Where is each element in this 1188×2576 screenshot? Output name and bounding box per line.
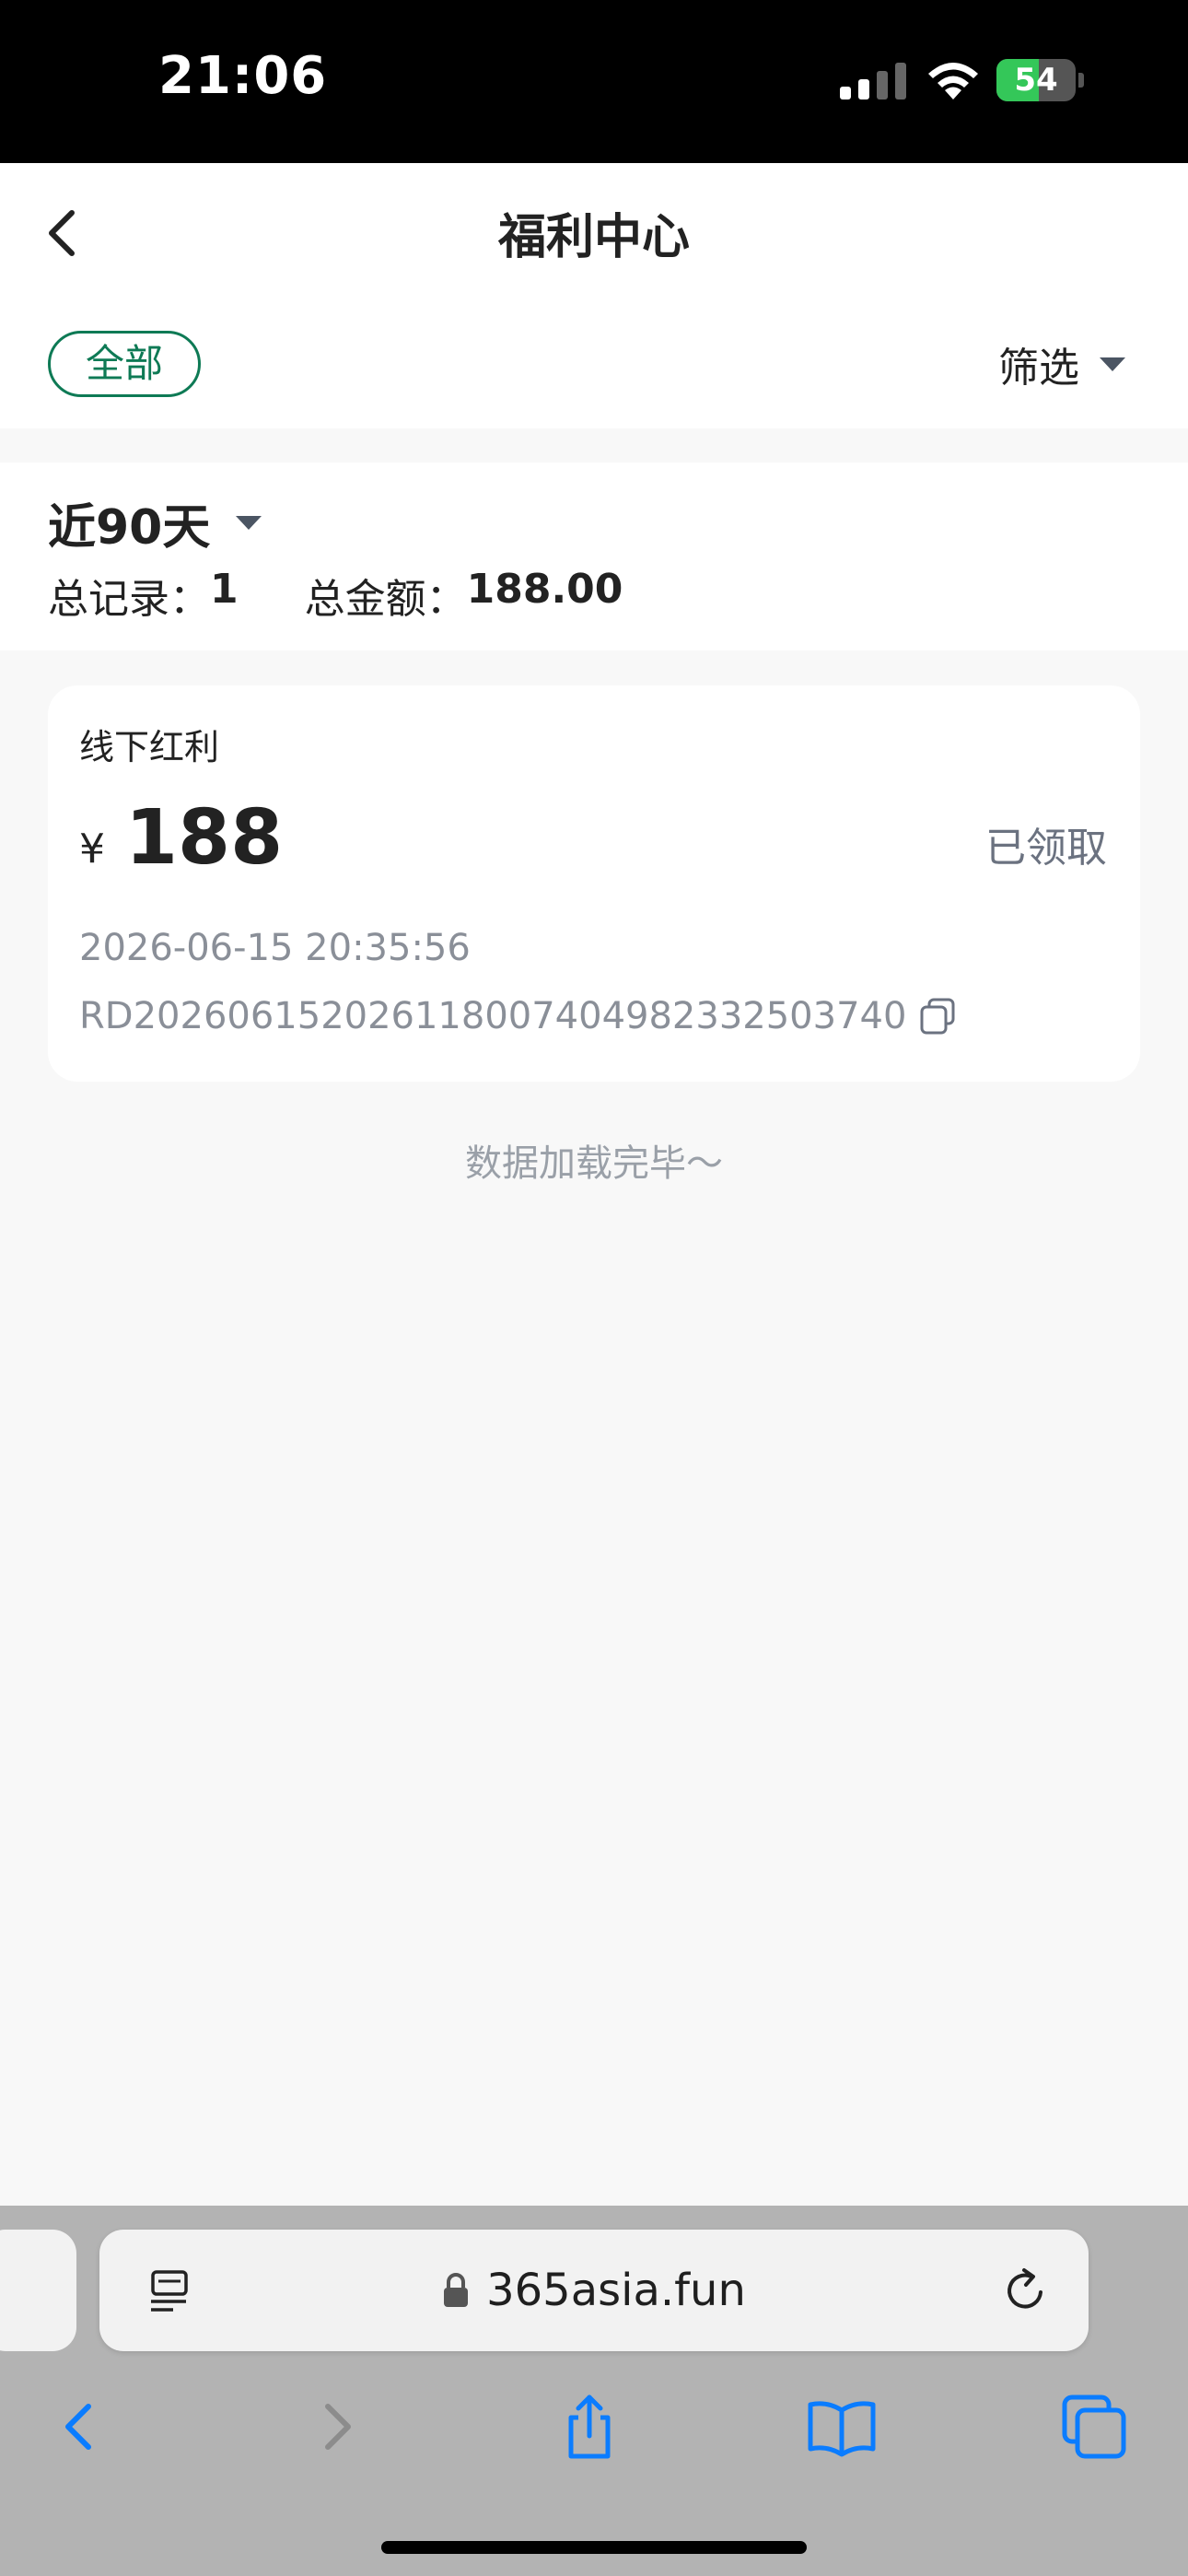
record-status: 已领取 — [985, 825, 1107, 872]
forward-icon[interactable] — [300, 2390, 374, 2464]
filter-button[interactable]: 筛选 — [998, 336, 1125, 392]
caret-down-icon — [1100, 357, 1125, 371]
record-id: RD20260615202611800740498233250374​0 — [79, 995, 907, 1037]
total-amount-value: 188.00 — [466, 566, 623, 613]
home-indicator — [381, 2541, 807, 2554]
summary-stats: 总记录： 1 总金额： 188.00 — [48, 566, 623, 625]
record-datetime: 2026-06-15 20:35:56 — [79, 927, 471, 969]
date-range-label: 近90天 — [48, 500, 211, 556]
page-title: 福利中心 — [497, 210, 690, 265]
address-bar[interactable]: 365asia.fun — [99, 2230, 1089, 2351]
tab-all[interactable]: 全部 — [48, 331, 201, 397]
record-type: 线下红利 — [79, 727, 220, 767]
url-display: 365asia.fun — [99, 2230, 1089, 2351]
back-icon[interactable] — [42, 2390, 116, 2464]
wifi-icon — [928, 63, 978, 100]
load-complete-text: 数据加载完毕～ — [465, 1142, 723, 1185]
copy-icon[interactable] — [917, 996, 958, 1036]
browser-toolbar: 365asia.fun — [0, 2206, 1188, 2576]
filter-label: 筛选 — [998, 345, 1079, 392]
share-icon[interactable] — [553, 2390, 626, 2464]
battery-icon: 54 — [996, 59, 1085, 101]
status-time: 21:06 — [158, 46, 328, 106]
battery-percent: 54 — [1014, 62, 1058, 99]
bookmarks-icon[interactable] — [805, 2390, 879, 2464]
previous-tab-peek[interactable] — [0, 2230, 76, 2351]
currency-symbol: ¥ — [79, 825, 105, 872]
signal-icon — [840, 63, 906, 100]
record-id-row: RD20260615202611800740498233250374​0 — [79, 995, 958, 1037]
status-bar: 21:06 54 — [0, 0, 1188, 163]
total-records-label: 总记录： — [48, 576, 210, 623]
total-records-value: 1 — [210, 566, 239, 613]
lock-icon — [444, 2273, 469, 2307]
record-card: 线下红利 ¥ 188 已领取 2026-06-15 20:35:56 RD202… — [48, 685, 1140, 1082]
total-amount-label: 总金额： — [304, 576, 467, 623]
record-amount: 188 — [125, 794, 284, 882]
date-range-selector[interactable]: 近90天 — [48, 488, 262, 557]
reload-icon[interactable] — [1000, 2265, 1052, 2316]
tabs-icon[interactable] — [1057, 2390, 1131, 2464]
summary-panel: 近90天 总记录： 1 总金额： 188.00 — [0, 463, 1188, 650]
filter-row: 全部 筛选 — [0, 301, 1188, 428]
nav-bar: 福利中心 — [0, 163, 1188, 301]
url-text: 365asia.fun — [486, 2265, 746, 2316]
caret-down-icon — [236, 516, 262, 530]
